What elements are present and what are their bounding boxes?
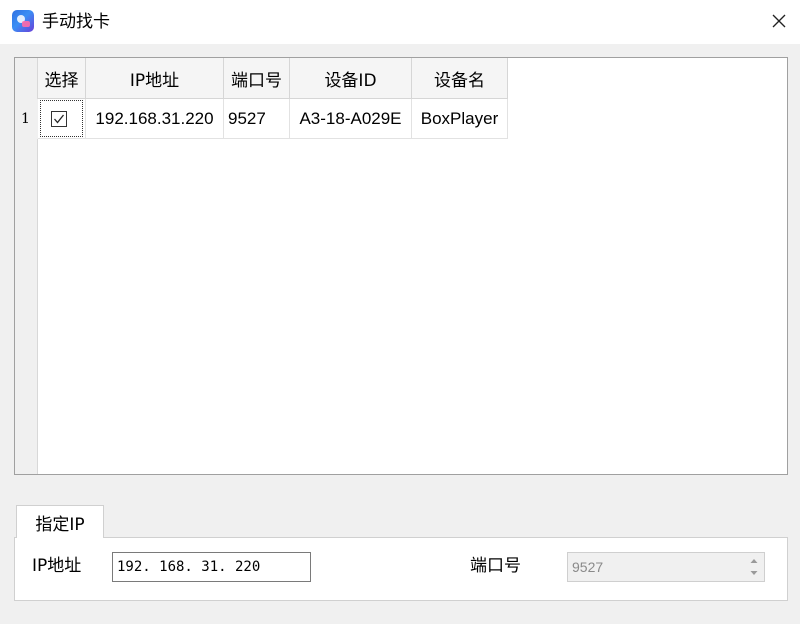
column-header-device-name[interactable]: 设备名 xyxy=(412,58,508,99)
chevron-up-icon xyxy=(750,559,758,563)
table-row[interactable]: 1 192.168.31.220 9527 A3-18-A029E BoxPla… xyxy=(15,99,508,139)
ip-address-label: IP地址 xyxy=(32,556,82,576)
grid-header: 选择 IP地址 端口号 设备ID 设备名 xyxy=(38,58,508,99)
app-logo-icon xyxy=(12,10,34,32)
manual-find-card-dialog: 手动找卡 选择 IP地址 端口号 设备ID 设备名 1 192.168.31.2… xyxy=(0,0,800,624)
tab-specify-ip[interactable]: 指定IP xyxy=(16,505,104,538)
port-cell[interactable]: 9527 xyxy=(224,99,290,139)
ip-address-input[interactable] xyxy=(112,552,311,582)
column-header-device-id[interactable]: 设备ID xyxy=(290,58,412,99)
device-name-cell[interactable]: BoxPlayer xyxy=(412,99,508,139)
port-label: 端口号 xyxy=(470,556,521,576)
stepper-buttons xyxy=(746,555,762,579)
device-grid[interactable]: 选择 IP地址 端口号 设备ID 设备名 1 192.168.31.220 95… xyxy=(14,57,788,475)
device-id-cell[interactable]: A3-18-A029E xyxy=(290,99,412,139)
close-button[interactable] xyxy=(760,4,798,38)
checkmark-icon xyxy=(53,114,64,124)
chevron-down-icon xyxy=(750,571,758,575)
port-stepper[interactable]: 9527 xyxy=(567,552,765,582)
stepper-down-button[interactable] xyxy=(746,567,762,579)
ip-cell[interactable]: 192.168.31.220 xyxy=(86,99,224,139)
close-icon xyxy=(772,14,786,28)
column-header-port[interactable]: 端口号 xyxy=(224,58,290,99)
row-number: 1 xyxy=(15,99,38,139)
row-select-checkbox[interactable] xyxy=(50,110,67,127)
title-bar: 手动找卡 xyxy=(0,0,800,44)
column-header-ip[interactable]: IP地址 xyxy=(86,58,224,99)
port-value: 9527 xyxy=(572,559,604,575)
select-cell[interactable] xyxy=(38,99,86,139)
window-title: 手动找卡 xyxy=(42,12,110,32)
column-header-select[interactable]: 选择 xyxy=(38,58,86,99)
stepper-up-button[interactable] xyxy=(746,555,762,567)
